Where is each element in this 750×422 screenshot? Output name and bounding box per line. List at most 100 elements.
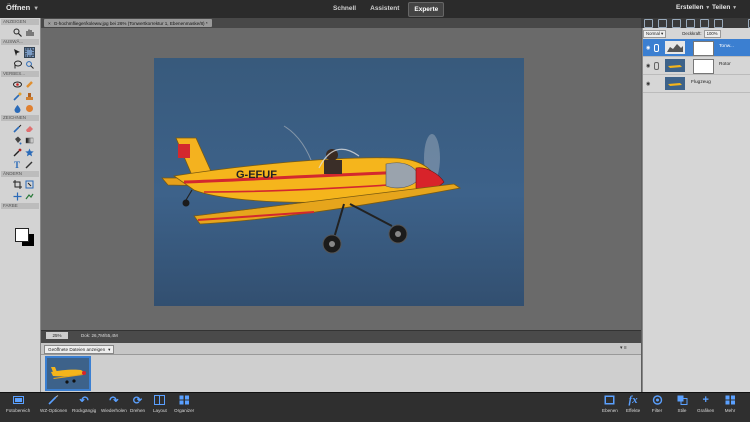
lock-transparency-icon[interactable] [700, 19, 709, 28]
more-button[interactable]: Mehr [724, 394, 736, 413]
tail-wheel [182, 199, 190, 207]
effects-button[interactable]: fx Effekte [626, 394, 640, 413]
layer-name: Tonw... [719, 44, 734, 49]
lock-all-icon[interactable] [714, 19, 723, 28]
button-label: Organizer [174, 408, 195, 413]
hand-tool-icon[interactable] [25, 28, 34, 37]
mask-icon[interactable] [686, 19, 695, 28]
gradient-tool-icon[interactable] [25, 136, 34, 145]
left-wheel-hub [329, 241, 335, 247]
document-tab[interactable]: × G-hochmflieger/koleww.jpg bei 26% (Ton… [44, 19, 212, 27]
photo-canvas[interactable]: G-EFUF [154, 58, 524, 306]
button-label: Stile [677, 408, 687, 413]
tool-options-button[interactable]: WZ-Optionen [40, 394, 67, 413]
sponge-tool-icon[interactable] [25, 104, 34, 113]
eyedropper-tool-icon[interactable] [13, 148, 22, 157]
smart-brush-tool-icon[interactable] [13, 92, 22, 101]
shape-tool-icon[interactable] [25, 148, 34, 157]
filter-button[interactable]: Filter [651, 394, 663, 413]
layer-mask-thumbnail[interactable] [693, 41, 714, 56]
thumb-tail [51, 367, 57, 372]
graphics-button[interactable]: + Grafiken [697, 394, 714, 413]
blend-mode-select[interactable]: Normal ▾ [643, 29, 667, 38]
type-tool-icon[interactable]: T [13, 160, 22, 169]
button-label: Layout [153, 408, 167, 413]
photo-bin [41, 355, 641, 392]
move-tool-icon[interactable] [13, 48, 22, 57]
lasso-tool-icon[interactable] [13, 60, 22, 69]
layer-name: Rotor [719, 62, 731, 67]
rotate-icon: ⟳ [132, 394, 143, 407]
opacity-label: Deckkraft: [682, 31, 702, 36]
thumb-wheel [65, 380, 69, 384]
crop-tool-icon[interactable] [13, 180, 22, 189]
layer-name: Flugzeug [691, 80, 711, 85]
zoom-tool-icon[interactable] [13, 28, 22, 37]
button-label: Drehen [130, 408, 146, 413]
layers-icon [604, 394, 616, 406]
content-aware-move-tool-icon[interactable] [13, 192, 22, 201]
right-wheel-hub [395, 231, 401, 237]
create-menu[interactable]: Erstellen ▼ [676, 4, 710, 11]
layout-button[interactable]: Layout [153, 394, 167, 413]
pencil-tool-icon[interactable] [25, 160, 34, 169]
button-label: Wiederholen [101, 408, 127, 413]
chevron-down-icon: ▼ [33, 6, 40, 12]
visibility-eye-icon[interactable]: ◉ [646, 63, 650, 69]
paint-bucket-tool-icon[interactable] [13, 136, 22, 145]
create-label: Erstellen [676, 4, 704, 11]
layer-row-rotor[interactable]: ◉ Rotor [643, 57, 750, 75]
foreground-color-swatch[interactable] [15, 228, 29, 242]
rotate-button[interactable]: ⟳ Drehen [130, 394, 146, 414]
organizer-button[interactable]: Organizer [174, 394, 194, 413]
organizer-icon [178, 394, 190, 406]
button-label: Fotobereich [6, 408, 31, 413]
chevron-down-icon: ▼ [705, 5, 711, 11]
layer-row-flugzeug[interactable]: ◉ Flugzeug [643, 75, 750, 93]
undo-button[interactable]: ↶ Rückgängig [72, 394, 96, 414]
photo-bin-controls[interactable]: ▾ ≡ [620, 345, 627, 351]
photo-bin-icon [12, 394, 24, 406]
tab-schnell[interactable]: Schnell [328, 2, 361, 17]
layers-button[interactable]: Ebenen [602, 394, 618, 413]
section-auswahl: AUSWÄ... [1, 39, 39, 45]
blur-tool-icon[interactable] [13, 104, 22, 113]
straighten-tool-icon[interactable] [25, 192, 34, 201]
airplane-thumbnail [51, 367, 86, 384]
marquee-tool-icon[interactable] [24, 47, 35, 58]
red-eye-tool-icon[interactable] [13, 80, 22, 89]
photo-bin-thumbnail[interactable] [45, 356, 91, 391]
tab-assistent[interactable]: Assistent [365, 2, 404, 17]
redo-button[interactable]: ↷ Wiederholen [101, 394, 127, 414]
share-menu[interactable]: Teilen ▼ [712, 4, 737, 11]
close-icon[interactable]: × [48, 21, 51, 26]
eraser-tool-icon[interactable] [25, 124, 34, 133]
layer-thumbnail [665, 77, 685, 90]
visibility-eye-icon[interactable]: ◉ [646, 81, 650, 87]
spot-healing-tool-icon[interactable] [25, 80, 34, 89]
new-group-icon[interactable] [658, 19, 667, 28]
zoom-field[interactable]: 25% [46, 332, 68, 339]
brush-tool-icon[interactable] [13, 124, 22, 133]
new-layer-icon[interactable] [644, 19, 653, 28]
tail-flag [178, 144, 190, 158]
layer-row-tonwert[interactable]: ◉ Tonw... [643, 39, 750, 57]
thumb-spinner [82, 371, 86, 375]
link-icon[interactable] [654, 62, 659, 70]
layer-mask-thumbnail[interactable] [693, 59, 714, 74]
photo-bin-button[interactable]: Fotobereich [6, 394, 30, 413]
button-label: Ebenen [602, 408, 618, 413]
opacity-field[interactable]: 100% [703, 29, 721, 38]
photo-bin-select[interactable]: Geöffnete Dateien anzeigen ▾ [44, 345, 115, 354]
open-menu[interactable]: Öffnen ▼ [6, 3, 39, 12]
tab-experte[interactable]: Experte [408, 2, 445, 17]
recompose-tool-icon[interactable] [25, 180, 34, 189]
clone-stamp-tool-icon[interactable] [25, 92, 34, 101]
adjustment-layer-icon[interactable] [672, 19, 681, 28]
styles-button[interactable]: Stile [676, 394, 688, 413]
blend-mode-value: Normal [646, 30, 660, 36]
tail-wheel-strut [185, 189, 193, 201]
visibility-eye-icon[interactable]: ◉ [646, 45, 650, 51]
quick-selection-tool-icon[interactable] [25, 60, 34, 69]
link-icon[interactable] [654, 44, 659, 52]
